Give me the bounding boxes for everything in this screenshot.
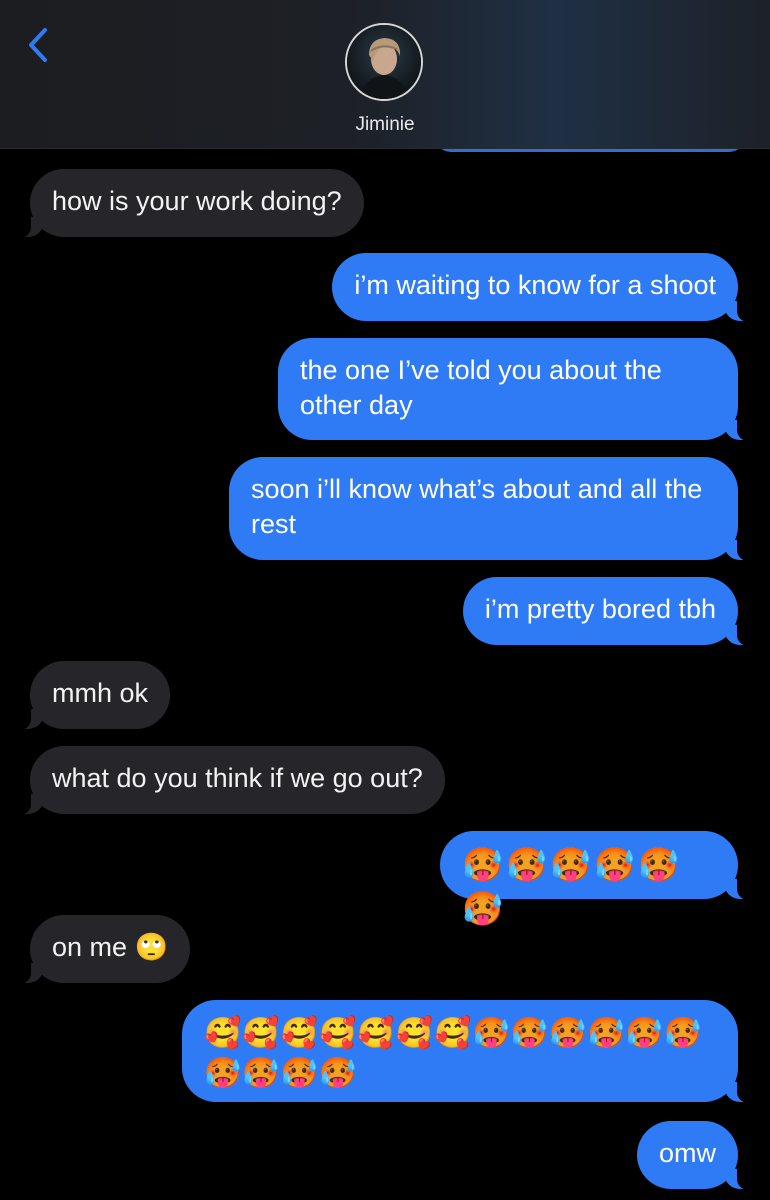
message-bubble-outgoing[interactable]: 🥵🥵🥵🥵🥵🥵 [440,831,751,927]
message-bubble-outgoing[interactable]: i’m waiting to know for a shoot [332,253,751,322]
message-text: what do you think if we go out? [52,763,423,793]
message-bubble-outgoing[interactable]: i’m pretty bored tbh [462,577,752,646]
message-text: i’m pretty bored tbh [484,594,716,624]
contact-avatar[interactable] [345,23,423,101]
chevron-left-icon [29,28,47,62]
message-bubble-outgoing[interactable]: soon i’ll know what’s about and all the … [229,457,751,561]
message-text: soon i’ll know what’s about and all the … [251,474,703,539]
message-text: mmh ok [52,678,149,708]
message-list[interactable]: how is your work doing? i’m waiting to k… [0,0,770,1200]
message-text: i’m waiting to know for a shoot [354,270,716,300]
conversation-header: Jiminie [0,0,770,149]
message-text: 🥵🥵🥵🥵🥵🥵 [462,846,683,927]
contact-photo [347,25,421,99]
message-bubble-incoming[interactable]: what do you think if we go out? [17,746,445,815]
message-text: the one I’ve told you about the other da… [300,355,662,420]
message-bubble-incoming[interactable]: how is your work doing? [17,169,364,238]
message-bubble-outgoing[interactable]: the one I’ve told you about the other da… [278,338,751,441]
message-bubble-outgoing[interactable]: 🥰🥰🥰🥰🥰🥰🥰🥵🥵🥵🥵🥵🥵🥵🥵🥵🥵 [182,1000,751,1103]
message-bubble-incoming[interactable]: on me 🙄 [16,915,191,984]
message-bubble-outgoing[interactable]: omw [636,1121,752,1190]
message-text: 🥰🥰🥰🥰🥰🥰🥰🥵🥵🥵🥵🥵🥵🥵🥵🥵🥵 [204,1017,703,1090]
back-button[interactable] [18,20,58,70]
message-bubble-incoming[interactable]: mmh ok [16,661,171,730]
contact-name[interactable]: Jiminie [0,114,770,136]
message-text: on me 🙄 [52,932,169,962]
message-text: how is your work doing? [52,186,342,216]
message-text: omw [658,1138,716,1168]
